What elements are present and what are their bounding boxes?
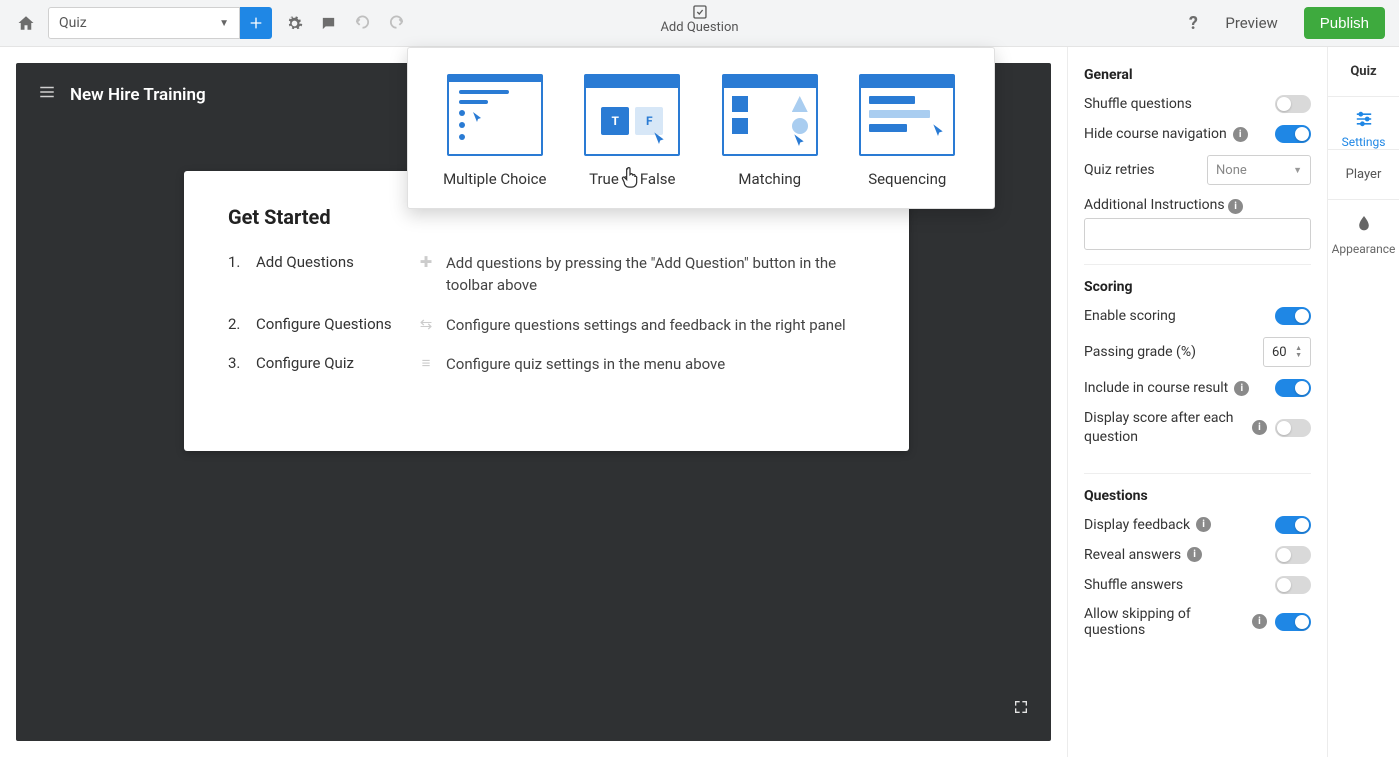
sliders-icon: ⇆ [416, 315, 436, 333]
qtype-multiple-choice[interactable]: Multiple Choice [429, 74, 561, 188]
qtype-matching-thumb [722, 74, 818, 156]
qtype-sequencing[interactable]: Sequencing [841, 74, 973, 188]
steps-list: 1. Add Questions ✚ Add questions by pres… [228, 253, 865, 376]
additional-instructions-input[interactable] [1084, 218, 1311, 250]
hamburger-icon[interactable] [38, 83, 56, 106]
pill-settings[interactable]: Settings [1328, 97, 1399, 149]
qtype-matching-label: Matching [738, 170, 801, 188]
qtype-matching[interactable]: Matching [704, 74, 836, 188]
include-in-result-toggle[interactable] [1275, 379, 1311, 397]
tab-quiz[interactable]: Quiz [1328, 47, 1399, 97]
display-feedback-toggle[interactable] [1275, 516, 1311, 534]
reveal-answers-label: Reveal answers i [1084, 547, 1267, 563]
passing-grade-value: 60 [1272, 345, 1287, 360]
display-score-each-toggle[interactable] [1275, 419, 1311, 437]
spinner-icon[interactable]: ▲▼ [1295, 345, 1302, 359]
general-heading: General [1084, 67, 1311, 83]
plus-icon: ✚ [416, 253, 436, 271]
expand-icon[interactable] [1013, 699, 1029, 719]
step-item: 3. Configure Quiz ≡ Configure quiz setti… [228, 354, 865, 376]
step-desc: Add questions by pressing the "Add Quest… [446, 253, 865, 297]
toolbar: Quiz ▼ Add Question ? Preview Publish [0, 0, 1399, 47]
passing-grade-input[interactable]: 60 ▲▼ [1263, 337, 1311, 367]
pill-appearance-label: Appearance [1332, 242, 1396, 256]
quiz-retries-label: Quiz retries [1084, 162, 1199, 178]
shuffle-questions-toggle[interactable] [1275, 95, 1311, 113]
menu-icon: ≡ [416, 354, 436, 372]
reveal-answers-toggle[interactable] [1275, 546, 1311, 564]
step-title: Add Questions [256, 253, 406, 271]
comment-icon[interactable] [316, 11, 340, 35]
undo-icon[interactable] [350, 11, 374, 35]
add-question-button[interactable] [240, 7, 272, 39]
quiz-retries-value: None [1216, 163, 1247, 178]
settings-group-questions: Questions Display feedback i Reveal answ… [1084, 488, 1311, 664]
pill-settings-label: Settings [1342, 135, 1386, 149]
quiz-type-select-label: Quiz [59, 15, 87, 31]
step-title: Configure Questions [256, 315, 406, 333]
qtype-sequencing-thumb [859, 74, 955, 156]
gear-icon[interactable] [282, 11, 306, 35]
shuffle-answers-toggle[interactable] [1275, 576, 1311, 594]
allow-skipping-toggle[interactable] [1275, 613, 1311, 631]
qtype-multiple-choice-label: Multiple Choice [443, 170, 546, 188]
step-num: 2. [228, 315, 246, 333]
questions-heading: Questions [1084, 488, 1311, 504]
info-icon[interactable]: i [1228, 199, 1243, 214]
quiz-retries-select[interactable]: None ▼ [1207, 155, 1311, 185]
settings-group-scoring: Scoring Enable scoring Passing grade (%)… [1084, 279, 1311, 474]
preview-button[interactable]: Preview [1225, 14, 1277, 32]
page-title: New Hire Training [70, 85, 206, 105]
qtype-multiple-choice-thumb [447, 74, 543, 156]
display-feedback-label: Display feedback i [1084, 517, 1267, 533]
qtype-true-false-thumb: T F [584, 74, 680, 156]
get-started-card: Get Started 1. Add Questions ✚ Add quest… [184, 171, 909, 451]
hide-course-nav-toggle[interactable] [1275, 125, 1311, 143]
scoring-heading: Scoring [1084, 279, 1311, 295]
info-icon[interactable]: i [1196, 517, 1211, 532]
shuffle-questions-label: Shuffle questions [1084, 96, 1267, 112]
info-icon[interactable]: i [1187, 547, 1202, 562]
right-rail: Quiz Settings Player Appearance [1327, 47, 1399, 757]
publish-button[interactable]: Publish [1304, 7, 1385, 39]
step-num: 3. [228, 354, 246, 372]
add-question-toolbar-label: Add Question [660, 20, 738, 35]
step-desc: Configure quiz settings in the menu abov… [446, 354, 865, 376]
settings-panel: General Shuffle questions Hide course na… [1067, 47, 1327, 757]
step-title: Configure Quiz [256, 354, 406, 372]
step-num: 1. [228, 253, 246, 271]
question-type-panel: Multiple Choice T F True or False Matchi… [407, 47, 995, 209]
include-in-result-label: Include in course result i [1084, 380, 1267, 396]
qtype-sequencing-label: Sequencing [868, 170, 946, 188]
info-icon[interactable]: i [1252, 614, 1267, 629]
shuffle-answers-label: Shuffle answers [1084, 577, 1267, 593]
quiz-type-select[interactable]: Quiz ▼ [48, 7, 240, 39]
pill-appearance[interactable]: Appearance [1328, 200, 1399, 256]
step-item: 2. Configure Questions ⇆ Configure quest… [228, 315, 865, 337]
add-question-toolbar-button[interactable]: Add Question [660, 4, 738, 35]
caret-down-icon: ▼ [1293, 165, 1302, 176]
allow-skipping-label: Allow skipping of questions i [1084, 606, 1267, 638]
qtype-true-false-label: True or False [589, 170, 675, 188]
passing-grade-label: Passing grade (%) [1084, 344, 1255, 360]
home-icon[interactable] [14, 11, 38, 35]
caret-down-icon: ▼ [219, 18, 229, 29]
settings-group-general: General Shuffle questions Hide course na… [1084, 67, 1311, 265]
tab-player[interactable]: Player [1328, 150, 1399, 200]
enable-scoring-label: Enable scoring [1084, 308, 1267, 324]
qtype-true-false[interactable]: T F True or False [566, 74, 698, 188]
additional-instructions-label: Additional Instructions i [1084, 197, 1243, 213]
hide-course-nav-label: Hide course navigation i [1084, 126, 1267, 142]
enable-scoring-toggle[interactable] [1275, 307, 1311, 325]
step-item: 1. Add Questions ✚ Add questions by pres… [228, 253, 865, 297]
display-score-each-label: Display score after each question i [1084, 409, 1267, 447]
info-icon[interactable]: i [1234, 381, 1249, 396]
redo-icon[interactable] [384, 11, 408, 35]
step-desc: Configure questions settings and feedbac… [446, 315, 865, 337]
info-icon[interactable]: i [1233, 127, 1248, 142]
help-icon[interactable]: ? [1181, 11, 1205, 35]
info-icon[interactable]: i [1252, 420, 1267, 435]
